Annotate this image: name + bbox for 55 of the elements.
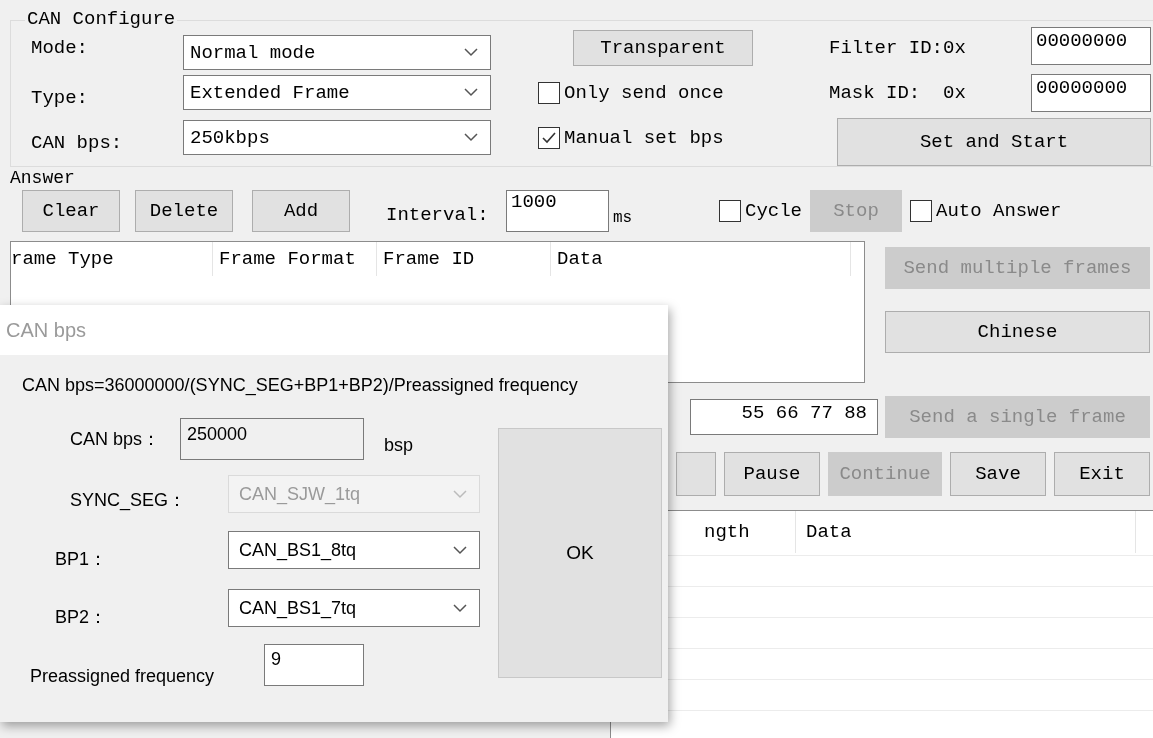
field-label: SYNC_SEG：	[69, 489, 188, 512]
button[interactable]: Set and Start	[837, 117, 1151, 166]
dropdown[interactable]: CAN_BS1_8tq	[228, 531, 480, 569]
input-field[interactable]: 250000	[180, 418, 364, 460]
checkbox[interactable]: Only send once	[538, 81, 829, 104]
button[interactable]: Clear	[22, 190, 120, 232]
field-label: Filter ID:0x	[829, 36, 967, 59]
button[interactable]: Delete	[135, 190, 233, 232]
field-label: Interval:	[386, 204, 490, 226]
dialog-title: CAN bps	[0, 305, 668, 355]
input-field[interactable]: 55 66 77 88	[690, 399, 878, 435]
group-title: Answer	[10, 171, 75, 184]
field-label: CAN bps:	[31, 130, 124, 154]
field-label: CAN bps：	[69, 428, 162, 451]
field-label: Preassigned frequency	[29, 665, 216, 687]
checkbox[interactable]: Cycle	[719, 200, 802, 222]
field-label: BP1：	[54, 548, 109, 571]
field-label: BP2：	[54, 606, 109, 629]
dropdown[interactable]: Extended Frame	[183, 75, 491, 110]
dropdown[interactable]: 250kbps	[183, 120, 491, 155]
field-label: Type:	[31, 85, 89, 109]
button[interactable]: OK	[498, 428, 662, 678]
chevron-down-icon	[453, 545, 467, 555]
button[interactable]: Chinese	[885, 311, 1150, 353]
button[interactable]: Save	[950, 452, 1046, 496]
column-header[interactable]: rame Type	[11, 242, 213, 276]
input-field[interactable]: 00000000	[1031, 27, 1151, 65]
column-header[interactable]: Data	[796, 511, 1136, 553]
chevron-down-icon	[453, 603, 467, 613]
column-header[interactable]: ngth	[696, 511, 796, 553]
field-label: Mask ID: 0x	[829, 81, 967, 104]
group-title: CAN Configure	[25, 9, 178, 29]
unit-label: bsp	[384, 434, 414, 456]
dropdown[interactable]: Normal mode	[183, 35, 491, 70]
checkbox[interactable]: Manual set bps	[538, 126, 829, 149]
checkbox[interactable]: Auto Answer	[910, 200, 1062, 222]
input-field[interactable]: 9	[264, 644, 364, 686]
button[interactable]: Exit	[1054, 452, 1150, 496]
button[interactable]: Transparent	[573, 29, 753, 66]
dropdown[interactable]: CAN_BS1_7tq	[228, 589, 480, 627]
input-field[interactable]: 1000	[506, 190, 609, 232]
chevron-down-icon	[464, 133, 478, 142]
field-label: Mode:	[31, 36, 89, 59]
column-header[interactable]: Frame ID	[377, 242, 551, 276]
chevron-down-icon	[464, 48, 478, 57]
input-field[interactable]: 00000000	[1031, 73, 1151, 112]
column-header[interactable]: Data	[551, 242, 851, 276]
button[interactable]: Add	[252, 190, 350, 232]
unit-label: ms	[613, 209, 634, 227]
chevron-down-icon	[453, 489, 467, 499]
chevron-down-icon	[464, 88, 478, 97]
column-header[interactable]: Frame Format	[213, 242, 377, 276]
button[interactable]: Pause	[724, 452, 820, 496]
button[interactable]	[676, 452, 716, 496]
formula-text: CAN bps=36000000/(SYNC_SEG+BP1+BP2)/Preassigned frequency	[22, 375, 578, 395]
